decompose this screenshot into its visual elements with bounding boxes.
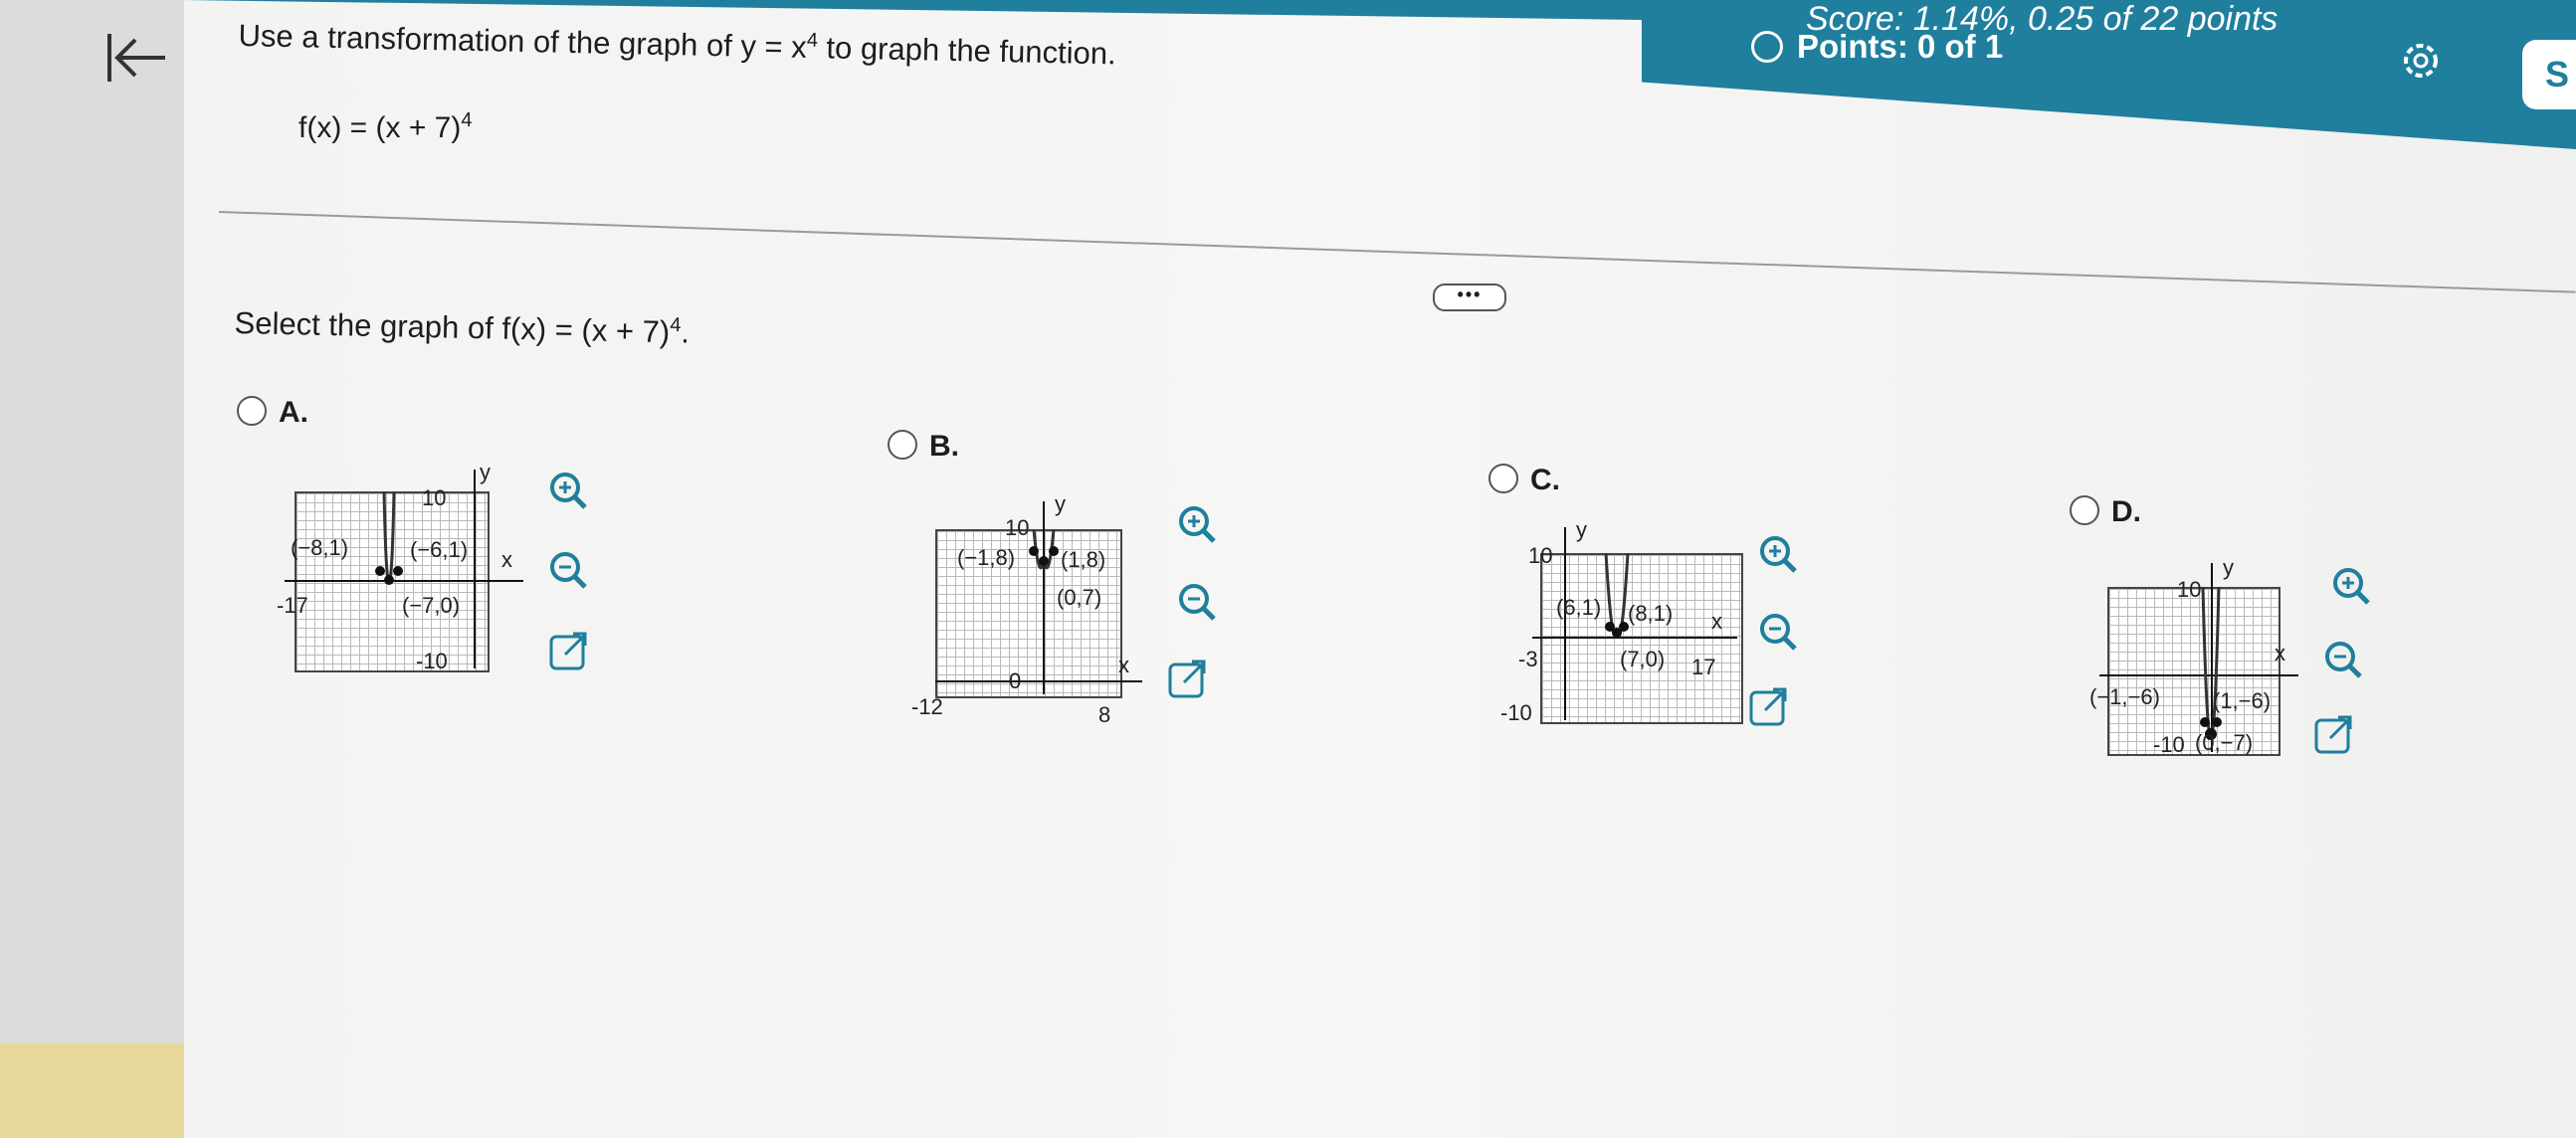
option-a[interactable]: A. xyxy=(237,396,308,430)
graph-a-x-label: x xyxy=(501,547,512,572)
graph-a-ymin: -10 xyxy=(416,649,448,673)
points-circle-icon xyxy=(1751,31,1783,63)
graph-b-point-3: (0,7) xyxy=(1057,585,1102,610)
graph-d-point-3: (0,−7) xyxy=(2195,730,2254,755)
graph-a-point-3: (−7,0) xyxy=(402,593,461,618)
radio-a[interactable] xyxy=(237,396,267,426)
option-c-label: C. xyxy=(1530,464,1560,496)
option-c[interactable]: C. xyxy=(1488,464,1560,497)
graph-b-y-label: y xyxy=(1055,491,1066,516)
function-exponent: 4 xyxy=(461,109,473,131)
graph-d-x-label: x xyxy=(2275,641,2285,665)
graph-c-ymax: 10 xyxy=(1528,543,1553,568)
points-status: Points: 0 of 1 xyxy=(1751,28,2003,66)
graph-c-xmax: 17 xyxy=(1691,655,1716,679)
graph-b-xmin: -12 xyxy=(911,694,943,719)
prompt-exponent: 4 xyxy=(670,313,682,337)
zoom-out-icon[interactable] xyxy=(1174,579,1220,625)
left-strip xyxy=(0,0,184,1138)
open-window-icon[interactable] xyxy=(2310,712,2356,758)
zoom-out-icon[interactable] xyxy=(545,547,591,593)
graph-b-point-2: (1,8) xyxy=(1061,547,1106,572)
open-window-icon[interactable] xyxy=(1745,684,1791,730)
gear-icon[interactable] xyxy=(2398,38,2444,84)
option-a-label: A. xyxy=(279,396,308,429)
option-d[interactable]: D. xyxy=(2070,495,2141,529)
graph-d-point-2: (1,−6) xyxy=(2213,688,2272,713)
graph-c-x-label: x xyxy=(1711,609,1722,634)
option-d-label: D. xyxy=(2111,495,2141,528)
graph-a-ymax: 10 xyxy=(422,485,447,510)
more-button[interactable]: ••• xyxy=(1433,284,1506,311)
zoom-in-icon[interactable] xyxy=(2328,563,2374,609)
function-base: f(x) = (x + 7) xyxy=(298,111,462,144)
graph-d-y-label: y xyxy=(2223,555,2234,580)
zoom-in-icon[interactable] xyxy=(1174,501,1220,547)
graph-c-point-3: (7,0) xyxy=(1620,647,1666,671)
zoom-in-icon[interactable] xyxy=(545,468,591,513)
open-window-icon[interactable] xyxy=(1164,657,1210,702)
graph-b-xmax: 8 xyxy=(1098,702,1111,727)
graph-c-point-1: (6,1) xyxy=(1556,595,1602,620)
graph-a-point-1: (−8,1) xyxy=(291,535,349,560)
question-panel xyxy=(184,0,2576,1138)
option-b[interactable]: B. xyxy=(888,430,959,464)
function-expression: f(x) = (x + 7)4 xyxy=(298,109,473,145)
prompt-period: . xyxy=(680,314,691,350)
radio-b[interactable] xyxy=(888,430,917,460)
edge-badge[interactable]: S xyxy=(2522,40,2576,109)
left-strip-footer xyxy=(0,1043,184,1138)
graph-b-point-1: (−1,8) xyxy=(957,545,1016,570)
graph-c-ymin: -10 xyxy=(1500,700,1532,725)
graph-c-point-2: (8,1) xyxy=(1628,601,1674,626)
points-text: Points: 0 of 1 xyxy=(1797,28,2004,65)
option-b-label: B. xyxy=(929,430,959,463)
graph-b-x-label: x xyxy=(1118,653,1129,677)
graph-a-curve xyxy=(375,491,403,585)
radio-c[interactable] xyxy=(1488,464,1518,493)
graph-c-curve xyxy=(1604,553,1630,638)
graph-d-ymin: -10 xyxy=(2153,732,2185,757)
zoom-in-icon[interactable] xyxy=(1755,531,1801,577)
graph-d-ymax: 10 xyxy=(2177,577,2202,602)
radio-d[interactable] xyxy=(2070,495,2099,525)
zoom-out-icon[interactable] xyxy=(2320,637,2366,682)
graph-b-ymin: 0 xyxy=(1009,668,1022,693)
graph-c-y-label: y xyxy=(1576,517,1587,542)
question-text-post: to graph the function. xyxy=(817,30,1117,72)
graph-d-point-1: (−1,−6) xyxy=(2089,684,2160,709)
collapse-left-icon[interactable] xyxy=(99,28,169,88)
graph-a-y-label: y xyxy=(480,460,491,484)
zoom-out-icon[interactable] xyxy=(1755,609,1801,655)
graph-c-xmin: -3 xyxy=(1518,647,1538,671)
graph-a-xmin: -17 xyxy=(277,593,308,618)
open-window-icon[interactable] xyxy=(545,629,591,674)
graph-b-ymax: 10 xyxy=(1005,515,1030,540)
graph-a-point-2: (−6,1) xyxy=(410,537,469,562)
